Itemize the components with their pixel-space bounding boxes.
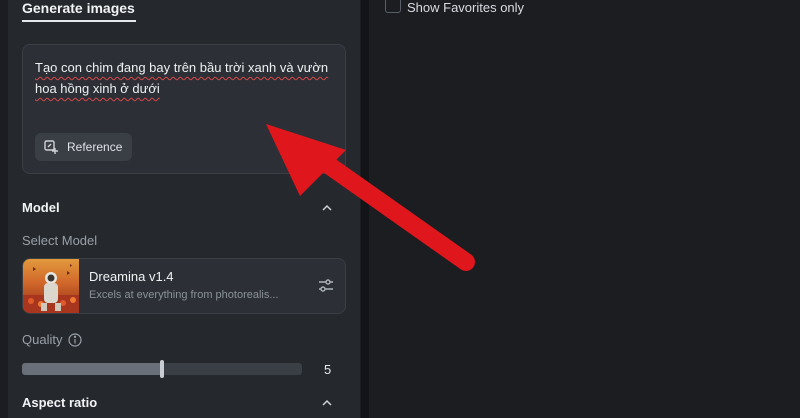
generate-panel: Generate images Tạo con chim đang bay tr… <box>8 0 360 418</box>
chevron-up-icon[interactable] <box>320 201 334 215</box>
chevron-up-icon[interactable] <box>320 396 334 410</box>
select-model-label: Select Model <box>22 233 98 248</box>
reference-button[interactable]: Reference <box>35 133 133 161</box>
quality-slider-fill <box>22 363 162 375</box>
model-thumbnail <box>23 259 79 313</box>
model-name: Dreamina v1.4 <box>89 269 174 284</box>
prompt-input[interactable]: Tạo con chim đang bay trên bầu trời xanh… <box>22 44 346 174</box>
results-panel: Show Favorites only <box>369 0 800 418</box>
reference-icon <box>43 139 59 155</box>
model-description: Excels at everything from photorealis... <box>89 289 279 301</box>
quality-value: 5 <box>324 362 332 377</box>
reference-label: Reference <box>67 140 123 154</box>
favorites-label[interactable]: Show Favorites only <box>407 0 524 15</box>
panel-divider[interactable] <box>361 0 369 418</box>
info-icon[interactable] <box>68 332 83 347</box>
quality-label: Quality <box>22 332 63 347</box>
tune-icon[interactable] <box>317 277 335 295</box>
tab-active-underline <box>22 20 136 22</box>
quality-label-row: Quality <box>22 332 83 347</box>
quality-slider-thumb[interactable] <box>160 360 164 378</box>
tab-generate-images[interactable]: Generate images <box>22 0 135 16</box>
quality-slider[interactable] <box>22 360 302 378</box>
aspect-ratio-section-title: Aspect ratio <box>22 395 98 410</box>
prompt-char-counter: 0 <box>326 143 333 157</box>
prompt-text[interactable]: Tạo con chim đang bay trên bầu trời xanh… <box>35 57 333 99</box>
favorites-checkbox[interactable] <box>385 0 401 13</box>
model-selector[interactable]: Dreamina v1.4 Excels at everything from … <box>22 258 346 314</box>
model-section-title: Model <box>22 200 60 215</box>
